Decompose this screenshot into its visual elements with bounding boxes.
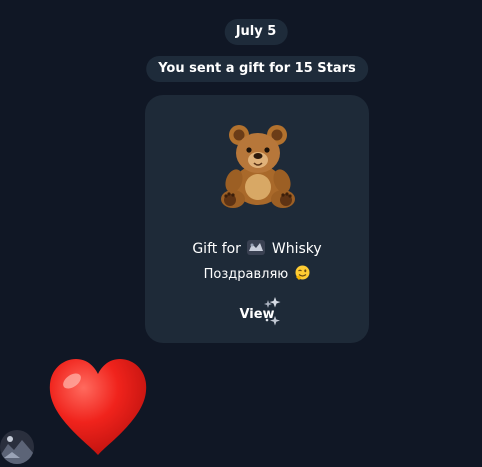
winking-face-icon xyxy=(295,265,310,280)
view-gift-button[interactable]: View xyxy=(207,300,307,330)
date-separator: July 5 xyxy=(224,19,288,45)
gift-title: Gift for Whisky xyxy=(145,240,369,257)
service-message: You sent a gift for 15 Stars xyxy=(146,56,368,82)
recipient-name[interactable]: Whisky xyxy=(272,241,322,257)
teddy-bear-sticker xyxy=(221,125,295,208)
gift-message-text-row: Поздравляю xyxy=(145,265,369,282)
sender-avatar[interactable] xyxy=(0,430,34,464)
chat-background: July 5 You sent a gift for 15 Stars Gift… xyxy=(0,0,482,467)
gift-message-card[interactable]: Gift for Whisky Поздравляю View xyxy=(145,95,369,343)
red-heart-sticker xyxy=(49,359,147,455)
gift-title-prefix: Gift for xyxy=(192,241,241,257)
gift-message-text: Поздравляю xyxy=(203,267,289,282)
avatar-image xyxy=(0,430,34,464)
recipient-avatar-icon xyxy=(247,240,266,255)
